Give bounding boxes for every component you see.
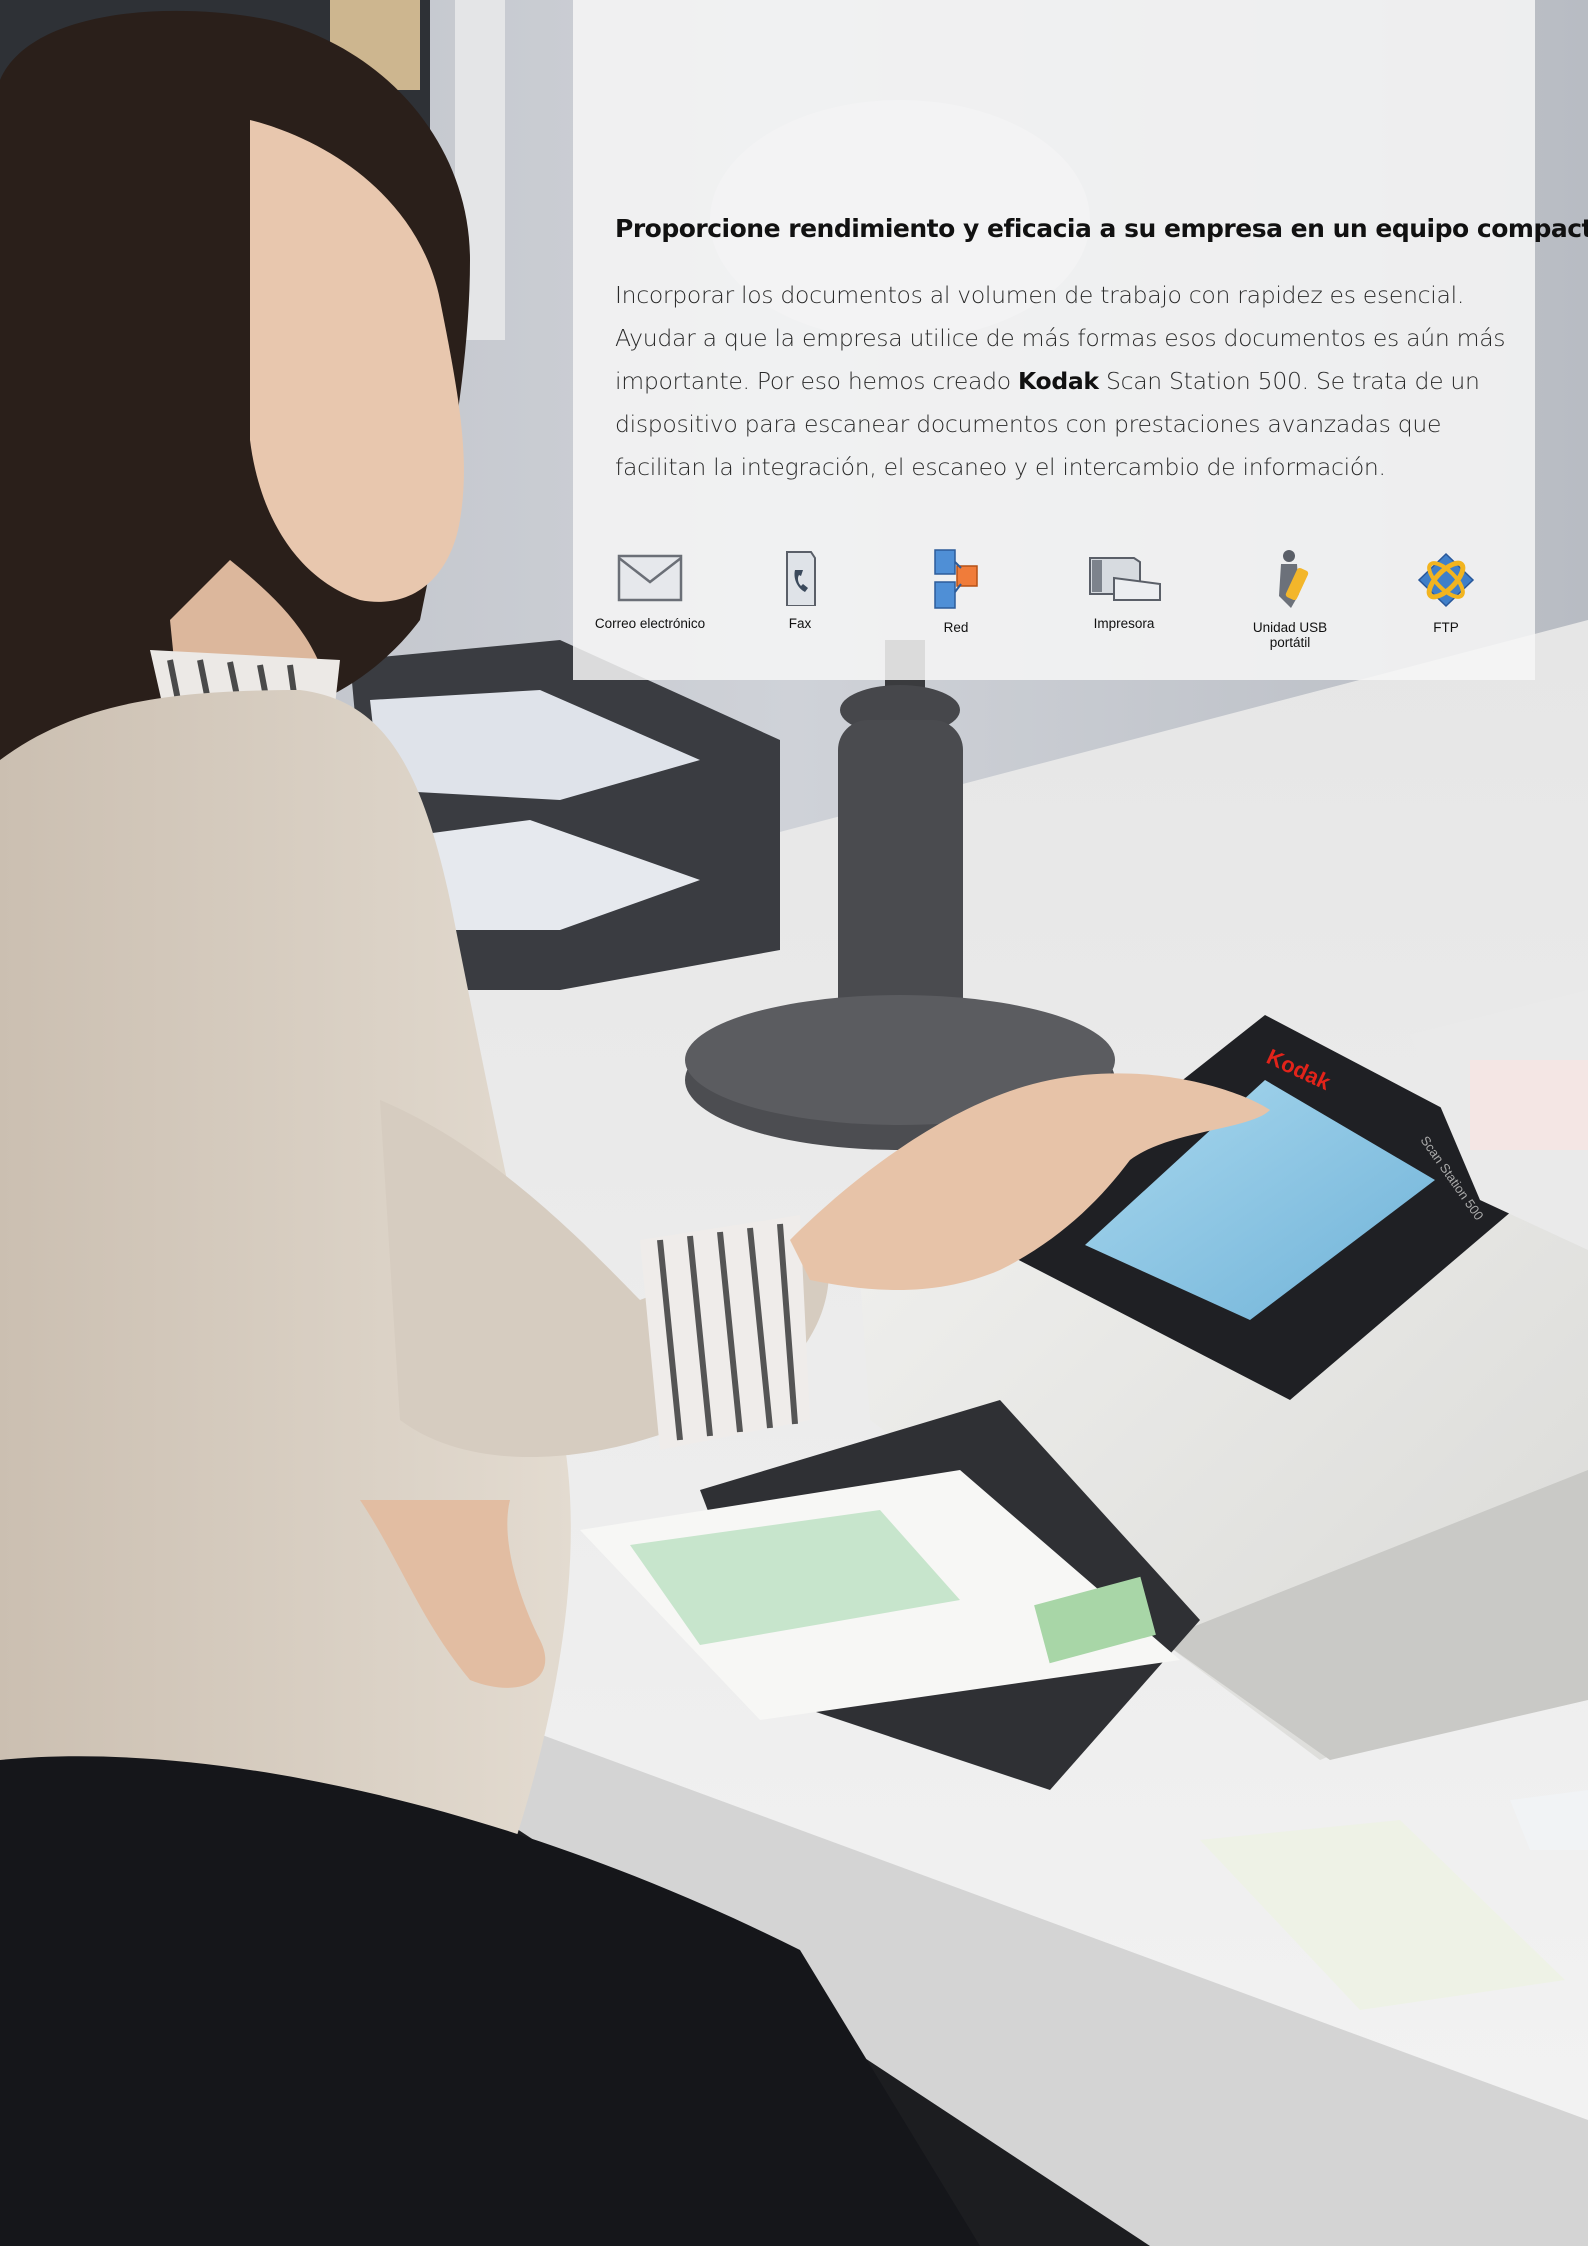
ftp-icon (1417, 552, 1475, 608)
headline: Proporcione rendimiento y eficacia a su … (615, 214, 1588, 243)
network-icon (934, 549, 978, 609)
destination-label: Correo electrónico (594, 616, 706, 631)
destination-label: Red (943, 620, 969, 635)
fax-icon (786, 551, 816, 606)
destination-ftp: FTP (1371, 548, 1521, 635)
destination-fax: Fax (725, 548, 875, 631)
body-paragraph: Incorporar los documentos al volumen de … (615, 274, 1515, 489)
destination-label: Impresora (1093, 616, 1155, 631)
destination-email: Correo electrónico (575, 548, 725, 631)
destination-label: FTP (1433, 620, 1459, 635)
destination-network: Red (881, 548, 1031, 635)
destination-label: Unidad USB portátil (1252, 620, 1328, 650)
info-panel: Proporcione rendimiento y eficacia a su … (573, 0, 1588, 680)
body-brand: Kodak (1018, 367, 1099, 395)
destination-printer: Impresora (1049, 548, 1199, 631)
destination-usb: Unidad USB portátil (1215, 548, 1365, 650)
printer-icon (1089, 557, 1161, 601)
usb-drive-icon (1279, 550, 1309, 608)
envelope-icon (617, 554, 683, 602)
destination-label: Fax (788, 616, 812, 631)
destination-icons: Correo electrónico Fax Red Impresora Uni… (573, 548, 1535, 678)
